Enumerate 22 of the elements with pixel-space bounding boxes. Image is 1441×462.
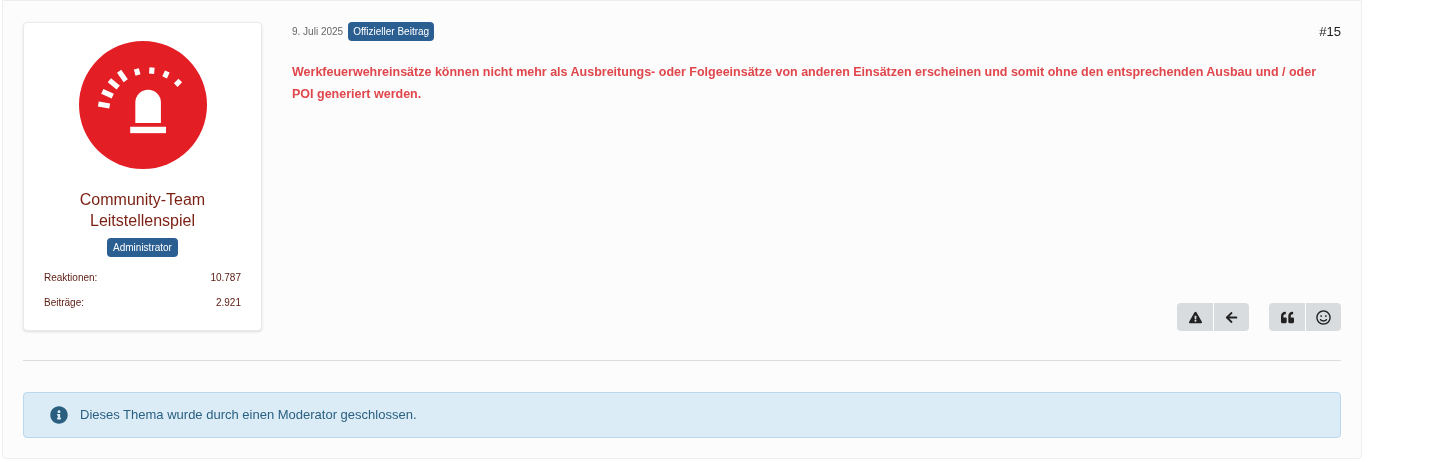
report-button[interactable] [1177,303,1213,331]
stat-label: Reaktionen: [44,271,98,285]
arrow-left-icon [1225,310,1238,324]
official-badge: Offizieller Beitrag [348,22,435,42]
post-date[interactable]: 9. Juli 2025 [292,24,344,40]
post-number[interactable]: #15 [1319,22,1341,42]
info-icon [50,406,68,424]
smile-icon [1316,309,1331,325]
stat-value: 10.787 [210,271,241,285]
role-badge: Administrator [107,238,178,257]
stat-label: Beiträge: [44,296,85,310]
reply-button[interactable] [1213,303,1249,331]
warning-icon [1188,310,1202,324]
user-name[interactable]: Leitstellenspiel [90,210,195,231]
quote-button[interactable] [1269,303,1305,331]
user-name[interactable]: Community-Team [79,189,206,210]
reaction-button[interactable] [1305,303,1341,331]
stat-value: 2.921 [215,296,241,310]
quote-icon [1280,310,1294,324]
notice-text: Dieses Thema wurde durch einen Moderator geschlossen. [80,406,417,425]
post-message: Werkfeuerwehreinsätze können nicht mehr als Ausbreitungs- oder Folgeeinsätze von anderen Einsätzen erscheinen und somit ohne den entsprechenden Ausbau und / oder POI generiert werden. [292,63,1318,103]
siren-avatar-icon [78,41,207,169]
